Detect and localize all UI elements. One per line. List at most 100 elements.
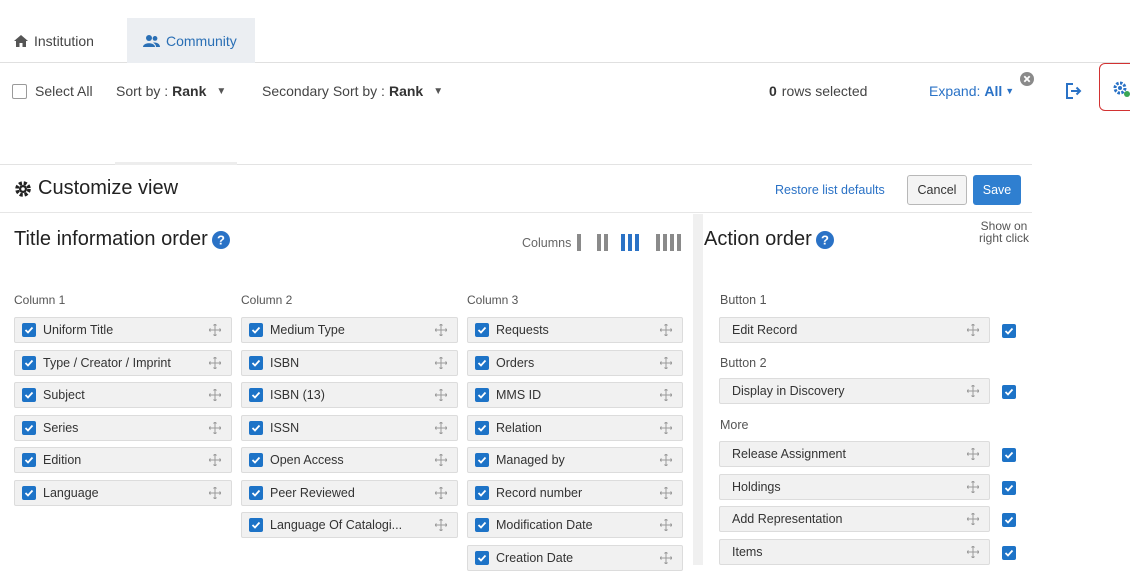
drag-handle-icon[interactable] (967, 324, 981, 336)
list-item[interactable]: Series (14, 414, 232, 441)
list-item[interactable]: Peer Reviewed (241, 479, 458, 506)
checkbox-checked-icon[interactable] (475, 388, 489, 402)
list-item[interactable]: Add Representation (719, 506, 990, 532)
drag-handle-icon[interactable] (209, 389, 223, 401)
list-item[interactable]: ISBN (13) (241, 382, 458, 408)
checkbox-checked-icon[interactable] (249, 453, 263, 467)
show-right-click-checkbox[interactable] (1002, 448, 1016, 462)
sort-by-dropdown[interactable]: Sort by : Rank ▼ (116, 78, 226, 104)
drag-handle-icon[interactable] (209, 356, 223, 369)
checkbox-checked-icon[interactable] (22, 388, 36, 402)
list-item[interactable]: Type / Creator / Imprint (14, 349, 232, 376)
select-all-checkbox[interactable]: Select All (12, 78, 93, 104)
checkbox-checked-icon[interactable] (475, 420, 489, 435)
list-item[interactable]: Relation (467, 414, 683, 441)
drag-handle-icon[interactable] (435, 356, 449, 369)
tab-strip: Institution Community (0, 18, 1130, 63)
tab-institution[interactable]: Institution (0, 18, 120, 63)
drag-handle-icon[interactable] (967, 513, 981, 525)
drag-handle-icon[interactable] (660, 454, 674, 466)
list-item[interactable]: MMS ID (467, 382, 683, 408)
checkbox-checked-icon[interactable] (249, 388, 263, 402)
checkbox-checked-icon[interactable] (249, 323, 263, 337)
restore-defaults-link[interactable]: Restore list defaults (775, 183, 885, 197)
drag-handle-icon[interactable] (209, 454, 223, 466)
list-item[interactable]: Language Of Catalogi... (241, 512, 458, 538)
checkbox-checked-icon[interactable] (22, 485, 36, 500)
list-item[interactable]: Subject (14, 382, 232, 408)
list-item[interactable]: Modification Date (467, 512, 683, 538)
list-item[interactable]: Medium Type (241, 317, 458, 343)
list-item[interactable]: ISBN (241, 349, 458, 376)
drag-handle-icon[interactable] (660, 324, 674, 336)
tab-community[interactable]: Community (127, 18, 255, 63)
drag-handle-icon[interactable] (435, 519, 449, 531)
help-icon[interactable]: ? (211, 230, 230, 249)
clear-icon[interactable] (1020, 72, 1034, 86)
drag-handle-icon[interactable] (967, 448, 981, 460)
checkbox-checked-icon[interactable] (249, 485, 263, 500)
tab-institution-label: Institution (34, 32, 94, 49)
list-item[interactable]: Holdings (719, 473, 990, 500)
columns-3-icon[interactable] (621, 234, 639, 251)
checkbox-checked-icon[interactable] (475, 485, 489, 500)
checkbox-checked-icon[interactable] (249, 420, 263, 435)
drag-handle-icon[interactable] (660, 421, 674, 434)
drag-handle-icon[interactable] (967, 385, 981, 397)
columns-4-icon[interactable] (656, 234, 681, 251)
list-item[interactable]: Items (719, 538, 990, 565)
drag-handle-icon[interactable] (435, 324, 449, 336)
list-item[interactable]: Edition (14, 447, 232, 473)
checkbox-checked-icon[interactable] (475, 453, 489, 467)
list-item[interactable]: Release Assignment (719, 441, 990, 467)
help-icon[interactable]: ? (815, 230, 834, 249)
drag-handle-icon[interactable] (209, 486, 223, 499)
drag-handle-icon[interactable] (967, 545, 981, 558)
save-button[interactable]: Save (973, 175, 1021, 205)
expand-dropdown[interactable]: Expand: All ▼ (929, 78, 1014, 104)
list-item[interactable]: Orders (467, 349, 683, 376)
checkbox-checked-icon[interactable] (22, 453, 36, 467)
columns-1-icon[interactable] (577, 234, 581, 251)
show-right-click-checkbox[interactable] (1002, 385, 1016, 399)
drag-handle-icon[interactable] (660, 519, 674, 531)
drag-handle-icon[interactable] (660, 551, 674, 564)
checkbox-checked-icon[interactable] (22, 420, 36, 435)
checkbox-checked-icon[interactable] (22, 355, 36, 370)
cancel-button[interactable]: Cancel (907, 175, 967, 205)
checkbox-checked-icon[interactable] (475, 323, 489, 337)
drag-handle-icon[interactable] (209, 421, 223, 434)
list-item[interactable]: Edit Record (719, 317, 990, 343)
drag-handle-icon[interactable] (435, 389, 449, 401)
drag-handle-icon[interactable] (435, 421, 449, 434)
drag-handle-icon[interactable] (209, 324, 223, 336)
list-item[interactable]: Record number (467, 479, 683, 506)
list-item[interactable]: Uniform Title (14, 317, 232, 343)
checkbox-checked-icon[interactable] (22, 323, 36, 337)
list-item[interactable]: Open Access (241, 447, 458, 473)
checkbox-checked-icon[interactable] (249, 355, 263, 370)
drag-handle-icon[interactable] (660, 356, 674, 369)
show-right-click-checkbox[interactable] (1002, 324, 1016, 338)
drag-handle-icon[interactable] (660, 389, 674, 401)
export-icon[interactable] (1064, 82, 1082, 100)
drag-handle-icon[interactable] (435, 486, 449, 499)
show-right-click-checkbox[interactable] (1002, 513, 1016, 527)
checkbox-checked-icon[interactable] (249, 518, 263, 532)
checkbox-checked-icon[interactable] (475, 355, 489, 370)
show-right-click-checkbox[interactable] (1002, 545, 1016, 560)
list-item[interactable]: Display in Discovery (719, 378, 990, 404)
list-item[interactable]: Language (14, 479, 232, 506)
drag-handle-icon[interactable] (967, 480, 981, 493)
secondary-sort-dropdown[interactable]: Secondary Sort by : Rank ▼ (262, 78, 443, 104)
columns-2-icon[interactable] (597, 234, 608, 251)
list-item[interactable]: ISSN (241, 414, 458, 441)
drag-handle-icon[interactable] (435, 454, 449, 466)
checkbox-checked-icon[interactable] (475, 550, 489, 565)
show-right-click-checkbox[interactable] (1002, 480, 1016, 495)
list-item[interactable]: Managed by (467, 447, 683, 473)
checkbox-checked-icon[interactable] (475, 518, 489, 532)
drag-handle-icon[interactable] (660, 486, 674, 499)
list-item[interactable]: Requests (467, 317, 683, 343)
list-item[interactable]: Creation Date (467, 544, 683, 571)
